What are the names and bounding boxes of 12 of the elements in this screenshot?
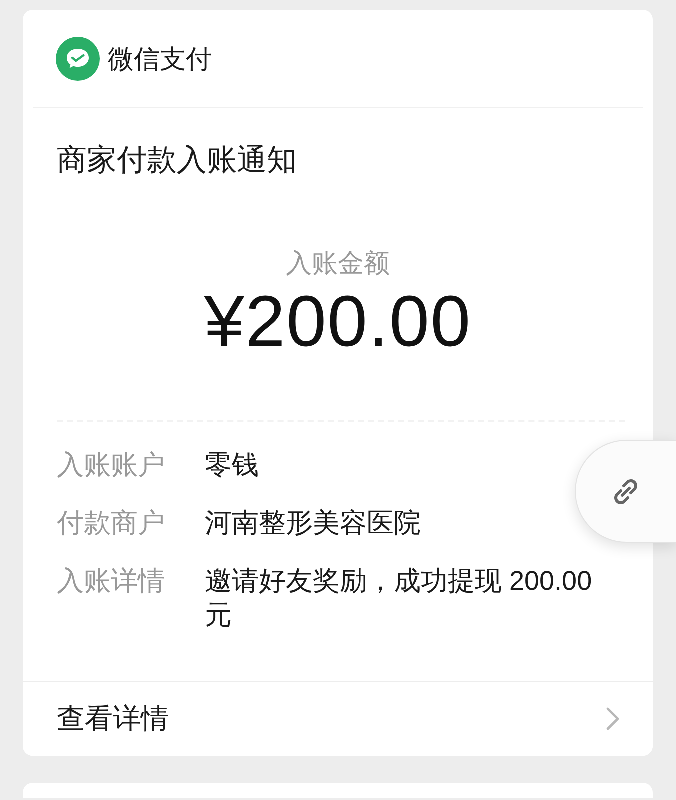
amount-value: ¥200.00 (204, 282, 472, 362)
detail-label: 入账详情 (57, 565, 166, 598)
detail-label: 入账账户 (57, 449, 166, 482)
app-name: 微信支付 (108, 42, 212, 76)
detail-label: 付款商户 (57, 507, 166, 540)
detail-value: 河南整形美容医院 (205, 507, 422, 540)
amount-label: 入账金额 (286, 247, 390, 280)
chevron-right-icon (606, 707, 620, 731)
detail-value: 邀请好友奖励，成功提现 200.00元 (205, 565, 594, 632)
notification-title: 商家付款入账通知 (57, 143, 298, 179)
detail-value: 零钱 (205, 449, 260, 482)
chat-bubble-check-icon (56, 36, 100, 80)
